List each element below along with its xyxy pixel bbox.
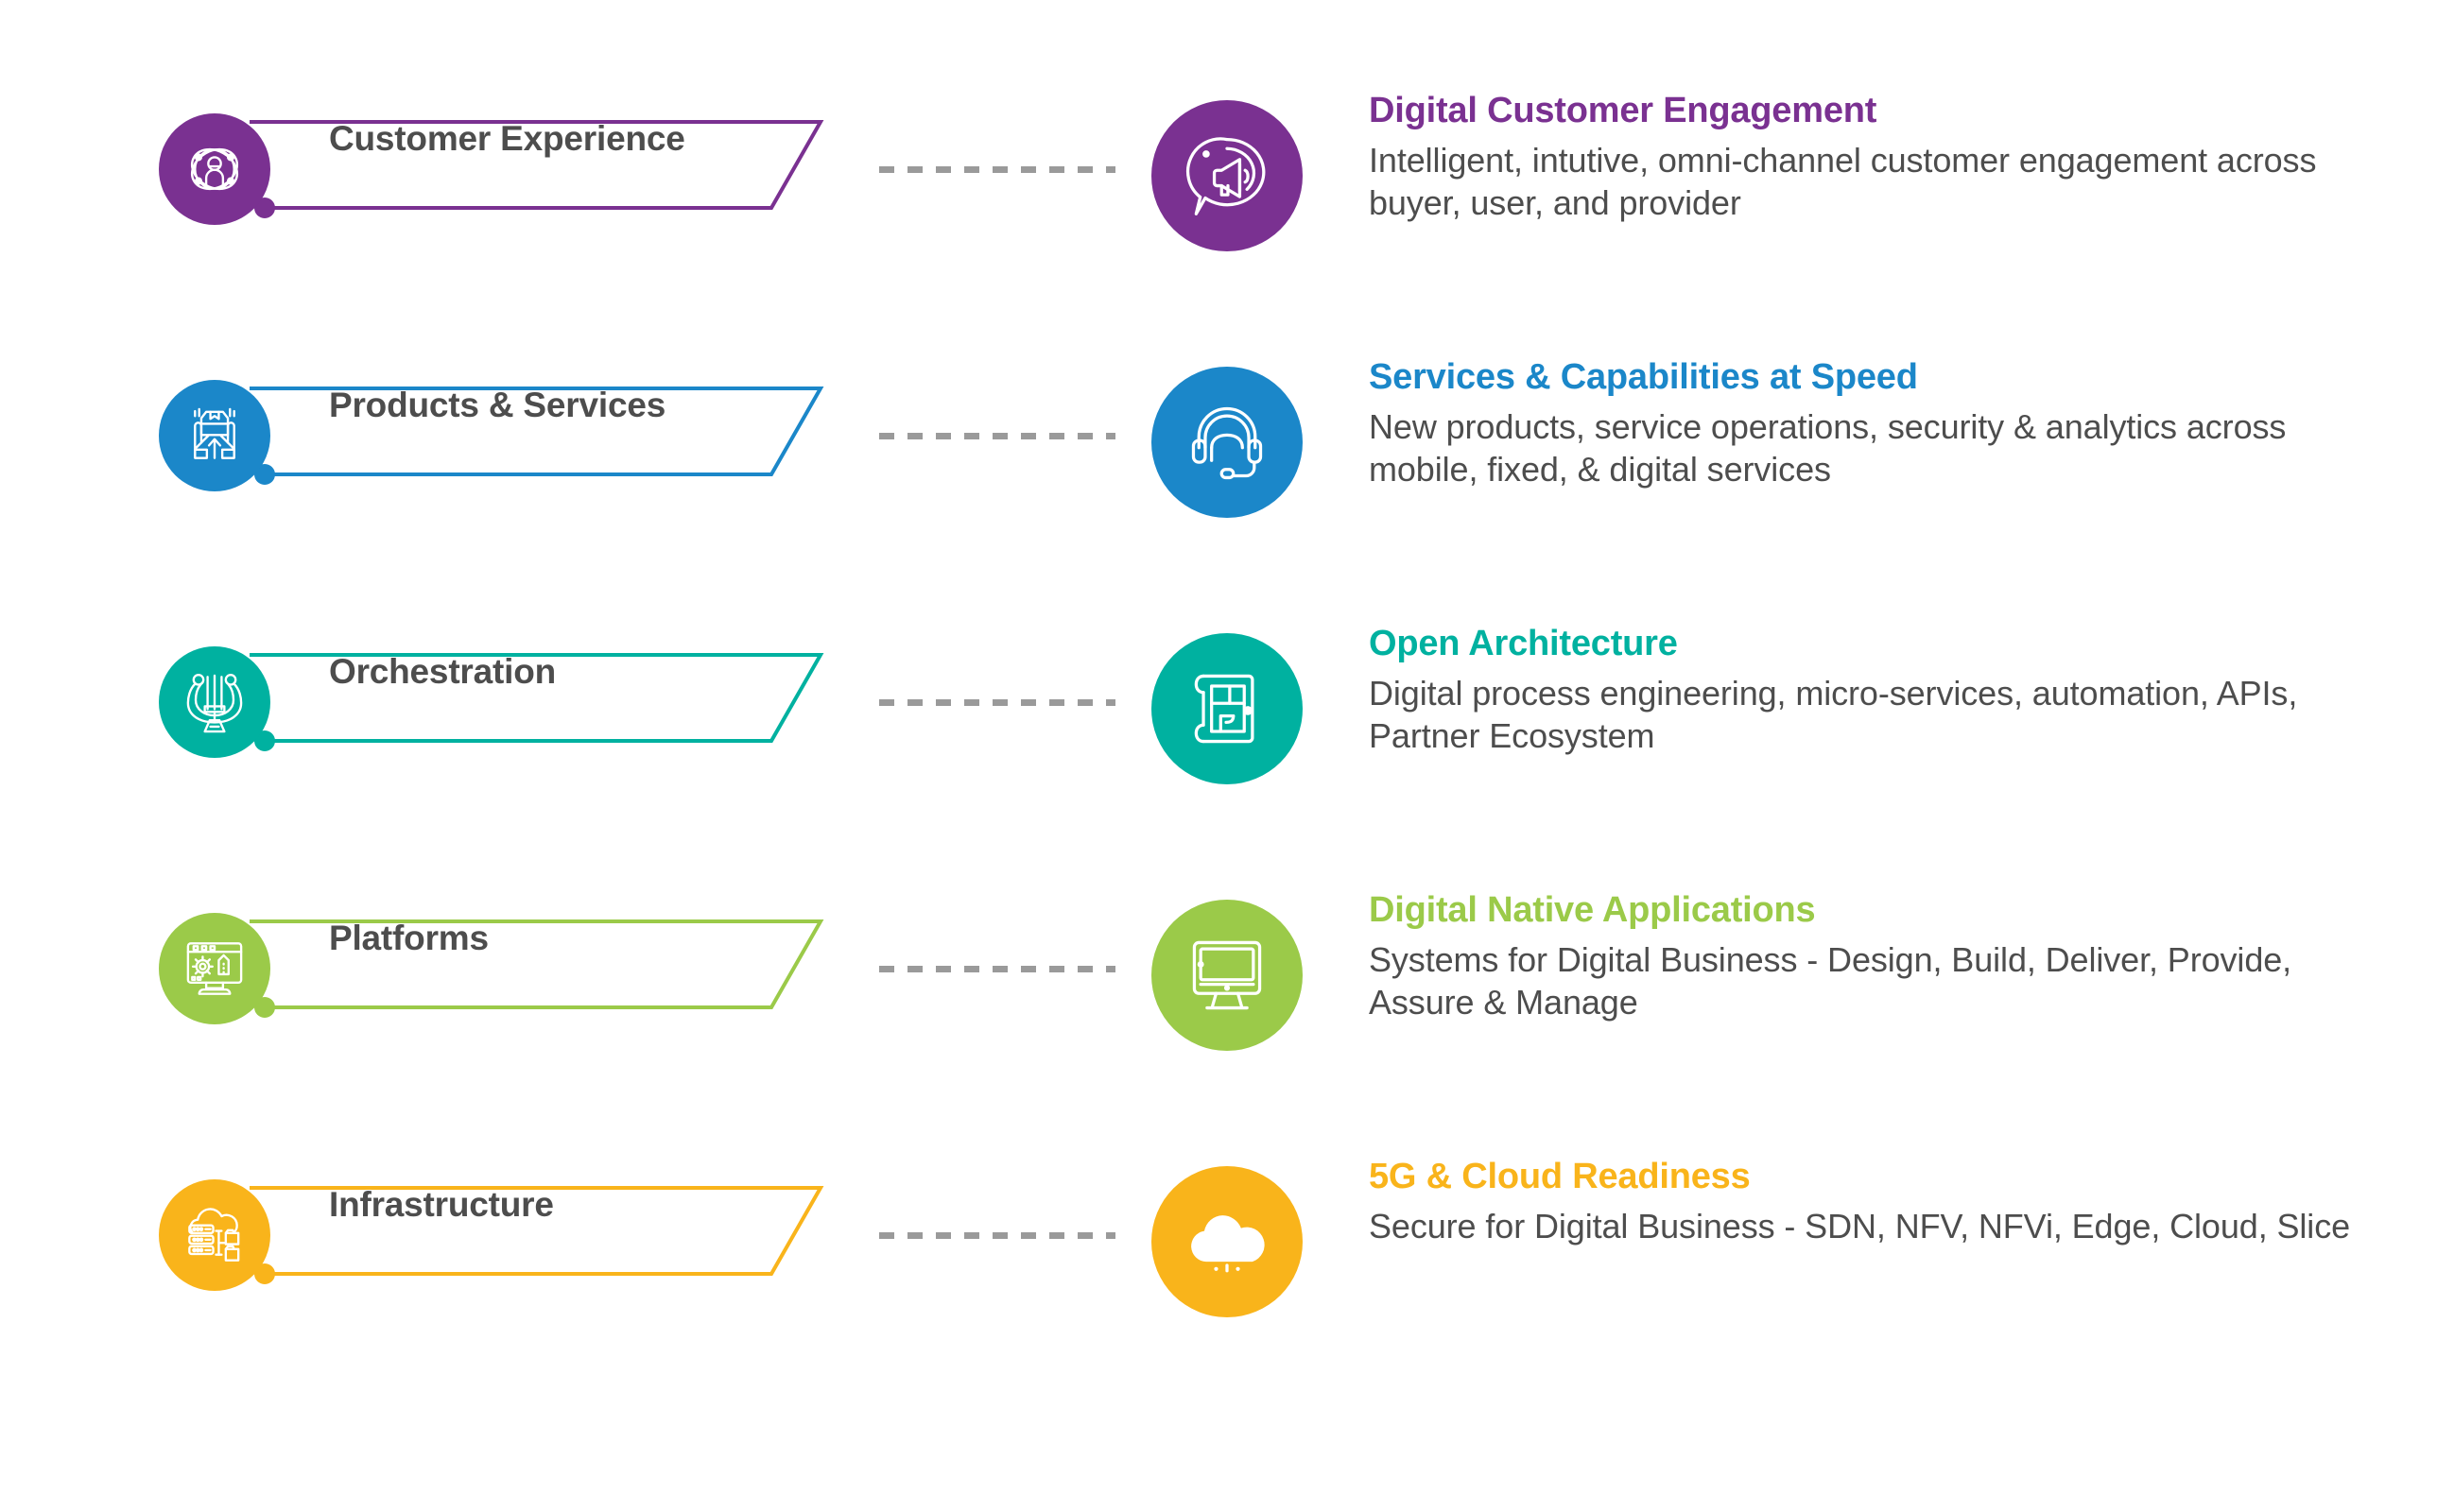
left-group: Orchestration — [159, 616, 915, 862]
diagram-canvas: Customer Experience Digital Customer Eng… — [0, 0, 2437, 1512]
dashed-connector — [879, 431, 1115, 440]
layer-label: Customer Experience — [329, 119, 685, 158]
person-network-icon — [180, 134, 250, 204]
right-group: Digital Customer Engagement Intelligent,… — [1151, 83, 2380, 329]
left-icon-circle — [159, 1179, 270, 1291]
right-group: Services & Capabilities at Speed New pro… — [1151, 350, 2380, 595]
right-group: Open Architecture Digital process engine… — [1151, 616, 2380, 862]
hands-holding-box-icon — [180, 401, 250, 471]
diagram-row: Orchestration Open Architecture Digital … — [0, 616, 2437, 862]
layer-label: Products & Services — [329, 386, 666, 424]
left-group: Customer Experience — [159, 83, 915, 329]
dashed-connector — [879, 964, 1115, 973]
dashed-connector — [879, 164, 1115, 174]
blueprint-scroll-icon — [1182, 663, 1272, 754]
layer-label: Platforms — [329, 919, 489, 957]
capability-title: Digital Native Applications — [1369, 890, 1816, 930]
diagram-row: Infrastructure 5G & Cloud Readiness Secu… — [0, 1149, 2437, 1395]
capability-description: Systems for Digital Business - Design, B… — [1369, 939, 2292, 1022]
right-icon-circle — [1151, 367, 1303, 518]
left-icon-circle — [159, 113, 270, 225]
dashed-connector — [879, 1230, 1115, 1240]
capability-title: Digital Customer Engagement — [1369, 91, 1877, 130]
right-icon-circle — [1151, 1166, 1303, 1317]
desktop-monitor-icon — [1182, 930, 1272, 1021]
megaphone-speech-bubble-icon — [1182, 130, 1272, 221]
right-text-block: 5G & Cloud Readiness Secure for Digital … — [1369, 1157, 2399, 1247]
capability-title: Open Architecture — [1369, 624, 1678, 663]
headset-support-agent-icon — [1182, 397, 1272, 488]
lyre-harp-icon — [180, 667, 250, 737]
right-icon-circle — [1151, 100, 1303, 251]
right-icon-circle — [1151, 633, 1303, 784]
monitor-gear-building-icon — [180, 934, 250, 1004]
right-text-block: Digital Customer Engagement Intelligent,… — [1369, 91, 2399, 224]
capability-description: Digital process engineering, micro-servi… — [1369, 673, 2298, 755]
layer-label: Orchestration — [329, 652, 557, 691]
left-group: Infrastructure — [159, 1149, 915, 1395]
left-group: Products & Services — [159, 350, 915, 595]
right-text-block: Open Architecture Digital process engine… — [1369, 624, 2399, 757]
capability-description: Intelligent, intutive, omni-channel cust… — [1369, 140, 2317, 222]
left-icon-circle — [159, 380, 270, 491]
diagram-row: Customer Experience Digital Customer Eng… — [0, 83, 2437, 329]
capability-description: Secure for Digital Business - SDN, NFV, … — [1369, 1206, 2351, 1246]
capability-title: Services & Capabilities at Speed — [1369, 357, 1918, 397]
right-text-block: Services & Capabilities at Speed New pro… — [1369, 357, 2399, 490]
capability-title: 5G & Cloud Readiness — [1369, 1157, 1751, 1196]
left-group: Platforms — [159, 883, 915, 1128]
capability-description: New products, service operations, securi… — [1369, 406, 2287, 489]
cloud-icon — [1182, 1196, 1272, 1287]
diagram-row: Products & Services Services & Capabilit… — [0, 350, 2437, 595]
right-group: 5G & Cloud Readiness Secure for Digital … — [1151, 1149, 2380, 1395]
right-icon-circle — [1151, 900, 1303, 1051]
cloud-server-network-icon — [180, 1200, 250, 1270]
left-icon-circle — [159, 913, 270, 1024]
right-group: Digital Native Applications Systems for … — [1151, 883, 2380, 1128]
right-text-block: Digital Native Applications Systems for … — [1369, 890, 2399, 1023]
left-icon-circle — [159, 646, 270, 758]
diagram-row: Platforms Digital Native Applications Sy… — [0, 883, 2437, 1128]
dashed-connector — [879, 697, 1115, 707]
layer-label: Infrastructure — [329, 1185, 554, 1224]
